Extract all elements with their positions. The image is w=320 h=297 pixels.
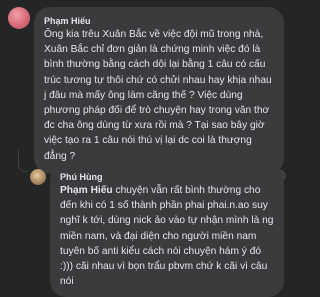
avatar[interactable]: [30, 169, 46, 185]
reply-text: chuyện vẫn rất bình thường cho đến khi c…: [60, 185, 274, 288]
comment-bubble: Phạm Hiếu Ông kia trêu Xuân Bắc về việc …: [34, 7, 286, 183]
comment-author[interactable]: Phạm Hiếu: [44, 15, 276, 27]
reply-phu-hung: Phú Hùng Phạm Hiếu chuyện vẫn rất bình t…: [30, 165, 284, 297]
comment-bubble: Phú Hùng Phạm Hiếu chuyện vẫn rất bình t…: [50, 165, 284, 297]
mention-tag[interactable]: Phạm Hiếu: [60, 185, 113, 196]
avatar[interactable]: [8, 7, 30, 29]
comment-text: Phạm Hiếu chuyện vẫn rất bình thường cho…: [60, 183, 276, 289]
comment-phm-hieu: Phạm Hiếu Ông kia trêu Xuân Bắc về việc …: [8, 7, 286, 183]
comment-author[interactable]: Phú Hùng: [60, 171, 276, 183]
comment-text: Ông kia trêu Xuân Bắc về việc đội mũ tro…: [44, 29, 272, 162]
